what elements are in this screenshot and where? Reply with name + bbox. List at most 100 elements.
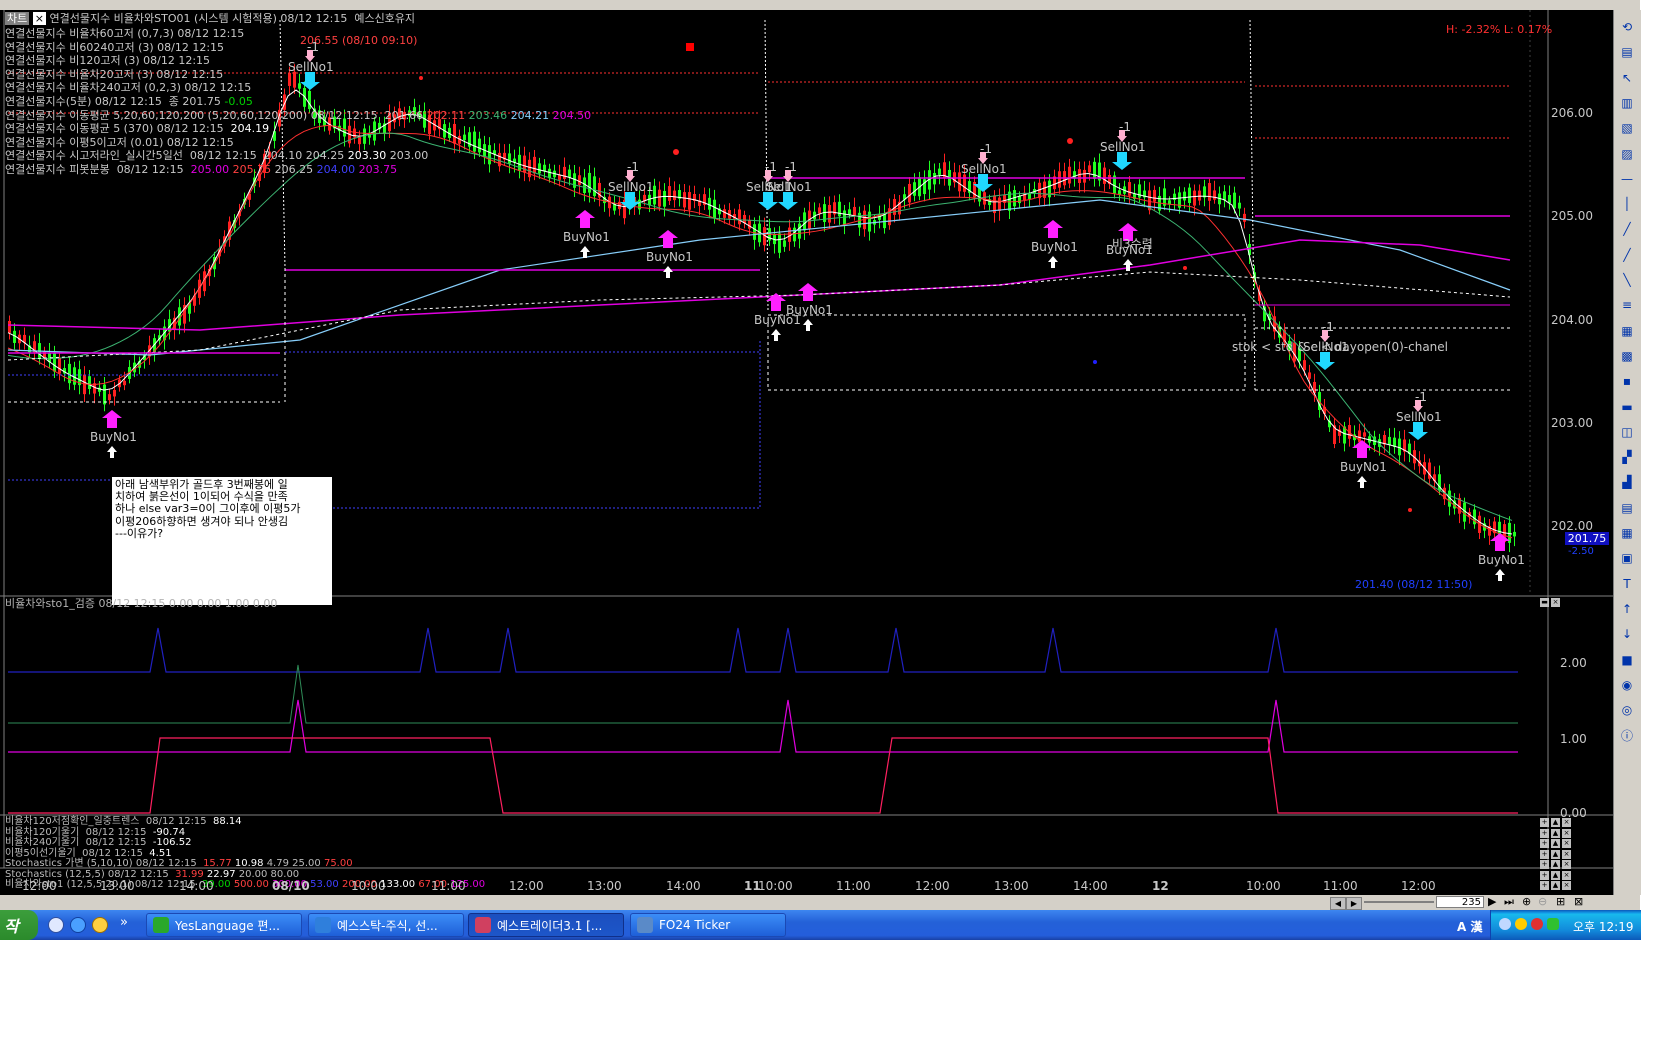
- info-icon[interactable]: ⓘ: [1618, 726, 1636, 744]
- security-icon[interactable]: [1531, 918, 1543, 930]
- shield-icon[interactable]: [1515, 918, 1527, 930]
- vline-icon[interactable]: │: [1618, 195, 1636, 213]
- taskbar-button[interactable]: YesLanguage 편...: [146, 913, 302, 937]
- ime-indicator[interactable]: A 漢: [1457, 918, 1482, 935]
- tool-icon[interactable]: ▞: [1618, 448, 1636, 466]
- sub-indicator-value: 비율차240기울기 08/12 12:15: [5, 837, 153, 848]
- candle-body: [588, 172, 591, 193]
- candle-body: [683, 192, 686, 208]
- expand-button[interactable]: +: [1540, 818, 1549, 827]
- marker: [673, 149, 679, 155]
- remove-button[interactable]: ×: [1562, 839, 1571, 848]
- expand-button[interactable]: +: [1540, 839, 1549, 848]
- sub-indicator-row[interactable]: 이평5이선기울기 08/12 12:15 4.51: [5, 848, 172, 859]
- remove-button[interactable]: ×: [1562, 849, 1571, 859]
- grid-icon[interactable]: ⊞: [1556, 895, 1565, 908]
- tool-icon[interactable]: ▣: [1618, 549, 1636, 567]
- scroll-right-button[interactable]: ▶: [1346, 897, 1362, 910]
- move-up-button[interactable]: ▲: [1551, 849, 1560, 859]
- expand-button[interactable]: +: [1540, 860, 1549, 869]
- zoom-in-icon[interactable]: ⊕: [1522, 895, 1531, 908]
- expand-button[interactable]: +: [1540, 849, 1549, 859]
- down-arrow-icon[interactable]: ↓: [1618, 625, 1636, 643]
- more-chevron-icon[interactable]: »: [120, 915, 128, 930]
- network-icon[interactable]: [1499, 918, 1511, 930]
- circle-icon[interactable]: ◉: [1618, 676, 1636, 694]
- ray-icon[interactable]: ╱: [1618, 246, 1636, 264]
- close-icon[interactable]: ×: [32, 12, 46, 25]
- time-axis-label: 10:00: [351, 879, 386, 893]
- remove-button[interactable]: ×: [1562, 860, 1571, 869]
- sub-indicator-row[interactable]: 비율차와sto1 (12,5,5,20,1) 08/12 12:15 39.00…: [5, 880, 485, 890]
- taskbar-button-label: 예스트레이더3.1 [...: [497, 918, 603, 933]
- skip-end-icon[interactable]: ⏭: [1504, 895, 1514, 909]
- expand-button[interactable]: +: [1540, 828, 1549, 838]
- remove-button[interactable]: ×: [1562, 828, 1571, 838]
- remove-button[interactable]: ×: [1562, 870, 1571, 880]
- crosshair-icon[interactable]: ▥: [1618, 94, 1636, 112]
- sub-indicator-row[interactable]: 비율차120기울기 08/12 12:15 -90.74: [5, 827, 185, 838]
- tool-icon[interactable]: ▬: [1618, 398, 1636, 416]
- cursor-icon[interactable]: ↖: [1618, 69, 1636, 87]
- channel-icon[interactable]: ╲: [1618, 271, 1636, 289]
- tool-icon[interactable]: ▟: [1618, 473, 1636, 491]
- ellipse-icon[interactable]: ◎: [1618, 701, 1636, 719]
- desktop-icon[interactable]: [48, 917, 64, 933]
- remove-button[interactable]: ×: [1562, 818, 1571, 827]
- messenger-icon[interactable]: [92, 917, 108, 933]
- app-tray-icon[interactable]: [1547, 918, 1559, 930]
- candle-body: [83, 374, 86, 395]
- move-up-button[interactable]: ▲: [1551, 870, 1560, 880]
- text-icon[interactable]: T: [1618, 575, 1636, 593]
- play-icon[interactable]: ▶: [1488, 895, 1496, 908]
- taskbar-button[interactable]: FO24 Ticker: [630, 913, 786, 937]
- start-button[interactable]: 작: [0, 910, 38, 940]
- taskbar-button[interactable]: 예스트레이더3.1 [...: [468, 913, 624, 937]
- note-line: 이평206하향하면 생겨야 되나 안생김: [115, 514, 289, 528]
- sub-indicator-row[interactable]: Stochastics 가변 (5,10,10) 08/12 12:15 15.…: [5, 859, 353, 869]
- legend-value: 203.00: [389, 149, 429, 163]
- move-up-button[interactable]: ▲: [1551, 839, 1560, 848]
- move-up-button[interactable]: ▲: [1551, 818, 1560, 827]
- fit-icon[interactable]: ⊠: [1574, 895, 1583, 908]
- chart-tab[interactable]: 차트: [5, 12, 30, 25]
- tool-icon[interactable]: ◫: [1618, 423, 1636, 441]
- remove-button[interactable]: ×: [1562, 881, 1571, 890]
- sub-indicator-row[interactable]: Stochastics (12,5,5) 08/12 12:15 31.99 2…: [5, 869, 299, 880]
- sub-indicator-row[interactable]: 비율차120저점확인_일중트렌스 08/12 12:15 88.14: [5, 817, 242, 827]
- layout-icon[interactable]: ▤: [1618, 43, 1636, 61]
- zoom-value-field[interactable]: 235: [1436, 896, 1484, 908]
- pane-close-button[interactable]: ×: [1551, 598, 1560, 607]
- zoom-out-icon[interactable]: ⊖: [1538, 895, 1547, 908]
- up-arrow-icon[interactable]: ↑: [1618, 600, 1636, 618]
- tool-icon[interactable]: ▤: [1618, 499, 1636, 517]
- tool-icon[interactable]: ▧: [1618, 119, 1636, 137]
- gann-icon[interactable]: ▦: [1618, 322, 1636, 340]
- move-up-button[interactable]: ▲: [1551, 881, 1560, 890]
- zoom-slider[interactable]: [1364, 901, 1434, 903]
- buy-signal-label: BuyNo1: [646, 250, 693, 264]
- hline-icon[interactable]: —: [1618, 170, 1636, 188]
- trendline-icon[interactable]: ╱: [1618, 220, 1636, 238]
- sell-arrow: [300, 72, 320, 90]
- pane-minimize-button[interactable]: ▬: [1540, 598, 1549, 607]
- move-up-button[interactable]: ▲: [1551, 828, 1560, 838]
- scroll-left-button[interactable]: ◀: [1330, 897, 1346, 910]
- taskbar-button[interactable]: 예스스탁-주식, 선...: [308, 913, 464, 937]
- chart-area[interactable]: 차트 × 연결선물지수 비율차와STO01 (시스템 시험적용) 08/12 1…: [0, 10, 1613, 895]
- pattern-icon[interactable]: ▩: [1618, 347, 1636, 365]
- move-up-button[interactable]: ▲: [1551, 860, 1560, 869]
- tool-icon[interactable]: ▪: [1618, 372, 1636, 390]
- expand-button[interactable]: +: [1540, 881, 1549, 890]
- tool-icon[interactable]: ▦: [1618, 524, 1636, 542]
- candle-body: [668, 186, 671, 201]
- tool-icon[interactable]: ▨: [1618, 145, 1636, 163]
- refresh-icon[interactable]: ⟲: [1618, 18, 1636, 36]
- sub-indicator-row[interactable]: 비율차240기울기 08/12 12:15 -106.52: [5, 838, 191, 848]
- fibonacci-icon[interactable]: ≡: [1618, 296, 1636, 314]
- legend-line: 연결선물지수 비율차60고저 (0,7,3) 08/12 12:15: [5, 27, 244, 41]
- chart-canvas[interactable]: [0, 10, 1613, 895]
- browser-icon[interactable]: [70, 917, 86, 933]
- rectangle-icon[interactable]: ■: [1618, 651, 1636, 669]
- expand-button[interactable]: +: [1540, 870, 1549, 880]
